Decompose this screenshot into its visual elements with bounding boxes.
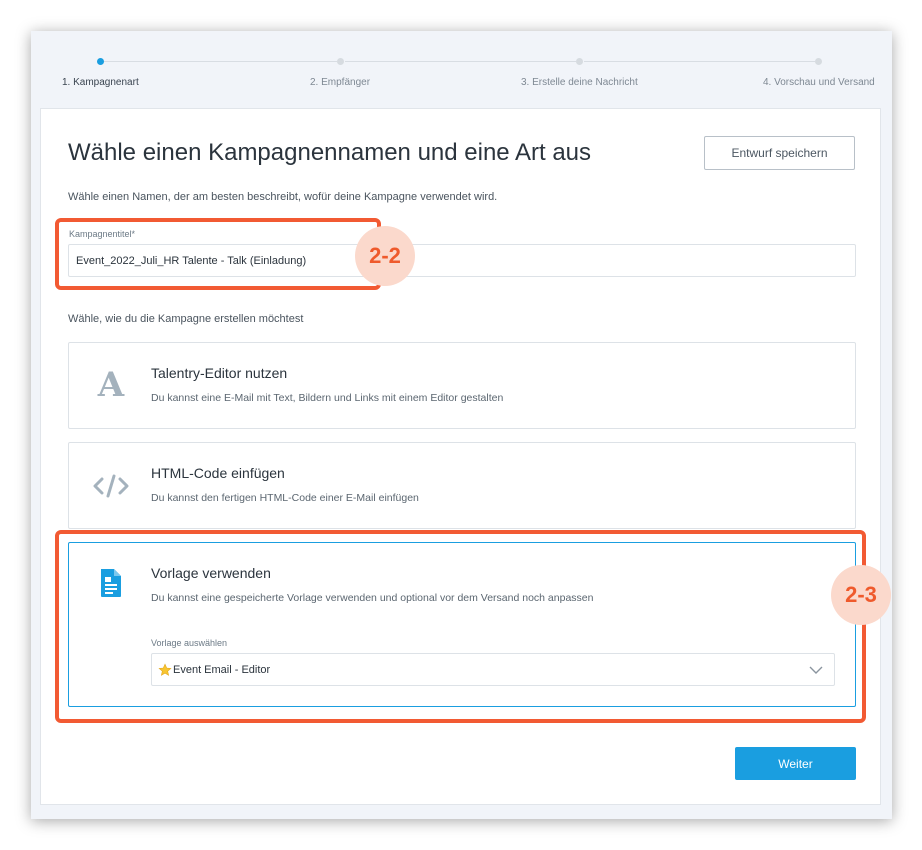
progress-stepper: 1. Kampagnenart 2. Empfänger 3. Erstelle… (31, 31, 892, 107)
page-title: Wähle einen Kampagnennamen und eine Art … (68, 139, 592, 166)
step-label-message[interactable]: 3. Erstelle deine Nachricht (521, 77, 638, 88)
option-title: Talentry-Editor nutzen (151, 365, 288, 381)
intro-text: Wähle einen Namen, der am besten beschre… (68, 191, 498, 203)
highlight-box-title (55, 218, 381, 290)
option-title: HTML-Code einfügen (151, 465, 285, 481)
option-html-code[interactable]: HTML-Code einfügen Du kannst den fertige… (68, 442, 856, 529)
step-dot-2[interactable] (337, 58, 344, 65)
step-connector (584, 61, 815, 62)
letter-a-icon: A (97, 365, 125, 405)
code-icon (93, 468, 129, 504)
option-talentry-editor[interactable]: A Talentry-Editor nutzen Du kannst eine … (68, 342, 856, 429)
step-connector (103, 61, 337, 62)
annotation-badge: 2-2 (355, 226, 415, 286)
next-button[interactable]: Weiter (735, 747, 856, 780)
method-prompt: Wähle, wie du die Kampagne erstellen möc… (68, 313, 304, 325)
option-description: Du kannst den fertigen HTML-Code einer E… (151, 492, 419, 504)
step-dot-4[interactable] (815, 58, 822, 65)
step-label-recipients[interactable]: 2. Empfänger (310, 77, 370, 88)
step-dot-3[interactable] (576, 58, 583, 65)
option-description: Du kannst eine E-Mail mit Text, Bildern … (151, 392, 504, 404)
step-label-campaign-type[interactable]: 1. Kampagnenart (62, 77, 139, 88)
save-draft-button[interactable]: Entwurf speichern (704, 136, 855, 170)
annotation-badge: 2-3 (831, 565, 891, 625)
step-connector (345, 61, 576, 62)
highlight-box-template (55, 530, 866, 723)
step-label-preview[interactable]: 4. Vorschau und Versand (763, 77, 875, 88)
step-dot-1[interactable] (97, 58, 104, 65)
